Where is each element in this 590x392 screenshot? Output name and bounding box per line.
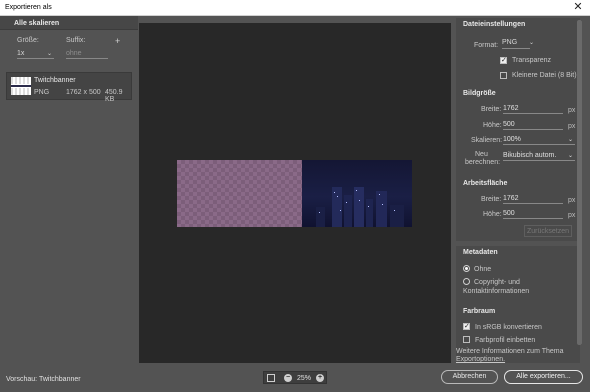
height-value: 500 xyxy=(503,121,515,128)
close-icon[interactable]: ✕ xyxy=(572,1,584,14)
zoom-value: 25% xyxy=(297,375,312,382)
canvas-size-section: Arbeitsfläche Breite: 1762 px Höhe: 500 … xyxy=(456,177,580,241)
width-label: Breite: xyxy=(481,106,502,113)
zoom-bar: − 25% + xyxy=(263,371,327,384)
metadata-none-label: Ohne xyxy=(474,266,492,273)
preview-label: Vorschau: Twitchbanner xyxy=(6,376,81,383)
size-label: Größe: xyxy=(17,37,39,44)
scale-all-header: Alle skalieren xyxy=(0,16,138,30)
resample-label-2: berechnen: xyxy=(465,159,501,166)
scale-dropdown[interactable]: 1x ⌄ xyxy=(17,50,54,59)
asset-list-item[interactable]: Twitchbanner PNG 1762 x 500 450.9 KB xyxy=(6,72,132,103)
embed-profile-checkbox[interactable] xyxy=(463,336,470,343)
left-panel: Alle skalieren Größe: Suffix: + 1x ⌄ ohn… xyxy=(0,16,138,366)
file-settings-section: Dateieinstellungen Format: PNG ⌄ Transpa… xyxy=(456,18,580,98)
srgb-checkbox[interactable] xyxy=(463,322,470,330)
format-dropdown[interactable]: PNG ⌄ xyxy=(502,39,534,49)
transparency-label: Transparenz xyxy=(512,57,552,64)
image-size-section: Bildgröße Breite: 1762 px Höhe: 500 px S… xyxy=(456,87,580,184)
canvas-height-unit: px xyxy=(568,212,576,219)
canvas-width-input[interactable]: 1762 xyxy=(503,195,563,204)
suffix-placeholder: ohne xyxy=(66,50,82,57)
format-value: PNG xyxy=(502,39,518,46)
height-input[interactable]: 500 xyxy=(503,121,563,130)
settings-scrollbar[interactable] xyxy=(577,20,582,345)
preview-canvas xyxy=(139,23,451,363)
canvas-height-value: 500 xyxy=(503,210,515,217)
city-photo xyxy=(302,160,412,227)
asset-format: PNG xyxy=(34,89,50,96)
width-input[interactable]: 1762 xyxy=(503,105,563,114)
smaller-file-label: Kleinere Datei (8 Bit) xyxy=(512,72,577,79)
plus-icon[interactable]: + xyxy=(115,36,120,46)
export-info-text: Weitere Informationen zum Thema xyxy=(456,348,564,355)
chevron-down-icon: ⌄ xyxy=(567,137,573,143)
transparency-checkbox[interactable] xyxy=(500,56,507,64)
metadata-title: Metadaten xyxy=(463,249,498,256)
metadata-none-radio[interactable] xyxy=(463,265,470,272)
canvas-height-label: Höhe: xyxy=(483,211,502,218)
suffix-label: Suffix: xyxy=(66,37,86,44)
title-bar: Exportieren als ✕ xyxy=(0,0,590,16)
asset-filesize: 450.9 KB xyxy=(105,89,123,103)
resample-dropdown[interactable]: Bikubisch autom. ⌄ xyxy=(503,152,575,161)
metadata-copyright-label-1: Copyright- und xyxy=(474,279,520,286)
color-space-title: Farbraum xyxy=(463,308,496,315)
fit-screen-icon[interactable] xyxy=(267,374,275,382)
reset-button[interactable]: Zurücksetzen xyxy=(524,225,572,237)
metadata-copyright-radio[interactable] xyxy=(463,278,470,285)
scale-label: Skalieren: xyxy=(471,137,503,144)
export-options-link[interactable]: Exportoptionen. xyxy=(456,356,505,363)
scale-percent-value: 100% xyxy=(503,136,521,143)
canvas-width-value: 1762 xyxy=(503,195,519,202)
image-size-title: Bildgröße xyxy=(463,90,496,97)
canvas-width-unit: px xyxy=(568,197,576,204)
height-unit: px xyxy=(568,123,576,130)
srgb-label: In sRGB konvertieren xyxy=(475,324,542,331)
right-panel: Dateieinstellungen Format: PNG ⌄ Transpa… xyxy=(453,16,590,366)
resample-value: Bikubisch autom. xyxy=(503,152,557,159)
asset-name: Twitchbanner xyxy=(34,77,76,84)
resample-label-1: Neu xyxy=(475,151,488,158)
suffix-input[interactable]: ohne xyxy=(66,50,108,59)
metadata-copyright-label-2: Kontaktinformationen xyxy=(463,288,530,295)
asset-thumbnail xyxy=(11,77,31,95)
chevron-down-icon: ⌄ xyxy=(528,40,534,46)
transparent-area xyxy=(177,160,302,227)
format-label: Format: xyxy=(474,42,499,49)
export-all-button[interactable]: Alle exportieren... xyxy=(504,370,583,384)
canvas-width-label: Breite: xyxy=(481,196,502,203)
dialog-body: Alle skalieren Größe: Suffix: + 1x ⌄ ohn… xyxy=(0,16,590,392)
width-unit: px xyxy=(568,107,576,114)
smaller-file-checkbox[interactable] xyxy=(500,72,507,79)
file-settings-title: Dateieinstellungen xyxy=(463,21,526,28)
scale-percent-dropdown[interactable]: 100% ⌄ xyxy=(503,136,575,145)
canvas-height-input[interactable]: 500 xyxy=(503,210,563,219)
preview-image xyxy=(177,160,412,227)
scale-value: 1x xyxy=(17,50,25,57)
metadata-section: Metadaten Ohne Copyright- und Kontaktinf… xyxy=(456,246,580,314)
cancel-button[interactable]: Abbrechen xyxy=(441,370,498,384)
chevron-down-icon: ⌄ xyxy=(567,153,573,159)
scale-all-title: Alle skalieren xyxy=(14,20,60,27)
embed-profile-label: Farbprofil einbetten xyxy=(475,337,536,344)
asset-dimensions: 1762 x 500 xyxy=(66,89,101,96)
height-label: Höhe: xyxy=(483,122,502,129)
scrollbar-thumb[interactable] xyxy=(577,20,582,345)
width-value: 1762 xyxy=(503,105,519,112)
window-title: Exportieren als xyxy=(5,4,52,11)
zoom-out-icon[interactable]: − xyxy=(284,374,292,382)
zoom-in-icon[interactable]: + xyxy=(316,374,324,382)
canvas-size-title: Arbeitsfläche xyxy=(463,180,508,187)
chevron-down-icon: ⌄ xyxy=(46,51,52,57)
